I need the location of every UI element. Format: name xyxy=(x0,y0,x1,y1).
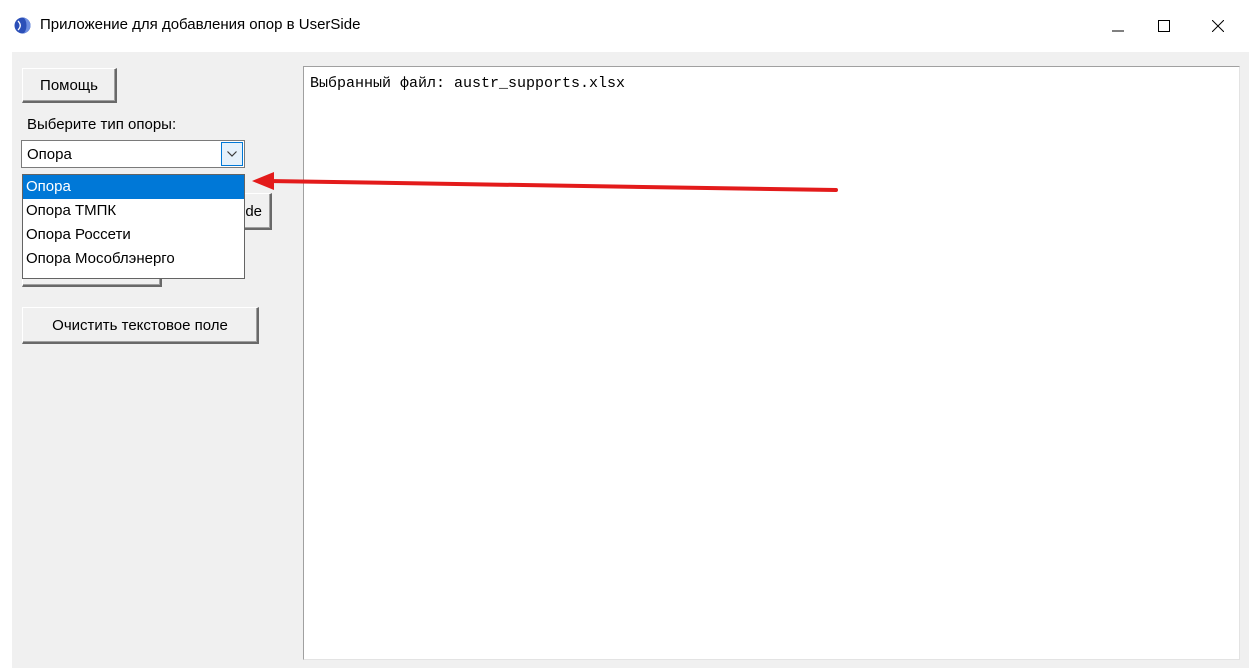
maximize-button[interactable] xyxy=(1141,0,1187,52)
window-title: Приложение для добавления опор в UserSid… xyxy=(40,16,361,33)
maximize-icon xyxy=(1158,20,1170,32)
support-type-dropdown-list[interactable]: Опора Опора ТМПК Опора Россети Опора Мос… xyxy=(22,174,245,279)
dropdown-option[interactable]: Опора Мособлэнерго xyxy=(23,247,244,271)
chevron-down-icon xyxy=(227,151,237,157)
minimize-button[interactable] xyxy=(1095,0,1141,52)
title-bar[interactable]: Приложение для добавления опор в UserSid… xyxy=(0,0,1249,52)
output-text: Выбранный файл: austr_supports.xlsx xyxy=(310,75,626,92)
app-globe-icon xyxy=(14,17,31,34)
support-type-selected-value: Опора xyxy=(27,146,72,163)
close-icon xyxy=(1212,20,1224,32)
help-button[interactable]: Помощь xyxy=(22,68,117,103)
support-type-label: Выберите тип опоры: xyxy=(27,116,177,133)
upload-button-label: de xyxy=(245,202,262,220)
dropdown-option[interactable]: Опора ТМПК xyxy=(23,199,244,223)
dropdown-toggle[interactable] xyxy=(221,142,243,166)
support-type-select[interactable]: Опора xyxy=(21,140,245,168)
dropdown-option[interactable]: Опора xyxy=(23,175,244,199)
output-text-area[interactable]: Выбранный файл: austr_supports.xlsx xyxy=(303,66,1240,660)
close-button[interactable] xyxy=(1195,0,1241,52)
dropdown-option[interactable]: Опора Россети xyxy=(23,223,244,247)
clear-text-button[interactable]: Очистить текстовое поле xyxy=(22,307,259,344)
minimize-icon xyxy=(1112,30,1124,32)
